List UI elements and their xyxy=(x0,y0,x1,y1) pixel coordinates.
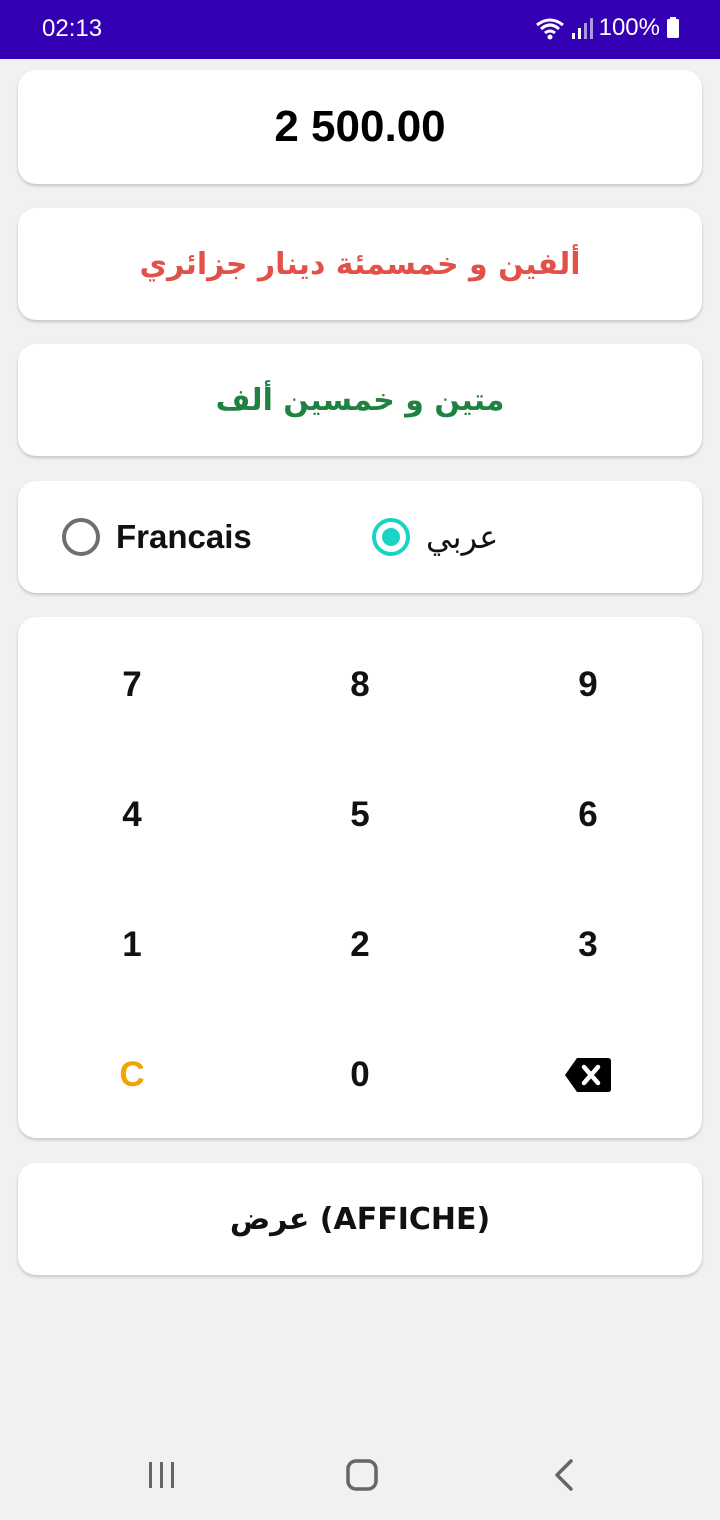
status-time: 02:13 xyxy=(42,15,103,42)
key-backspace[interactable] xyxy=(508,1020,668,1130)
words-secondary-text: متين و خمسين ألف xyxy=(215,382,505,418)
show-button[interactable]: عرض (AFFICHE) xyxy=(18,1163,702,1275)
key-2[interactable]: 2 xyxy=(280,890,440,1000)
recent-apps-button[interactable] xyxy=(122,1430,202,1520)
wifi-icon xyxy=(535,18,564,40)
battery-icon xyxy=(667,17,679,38)
key-0[interactable]: 0 xyxy=(280,1020,440,1130)
radio-label-francais: Francais xyxy=(116,518,252,555)
recent-apps-icon xyxy=(149,1462,174,1488)
status-bar: 02:13 100% xyxy=(0,0,720,59)
battery-percent: 100% xyxy=(598,14,660,41)
key-1[interactable]: 1 xyxy=(52,890,212,1000)
radio-button-arabic[interactable] xyxy=(372,518,410,556)
show-button-label: عرض (AFFICHE) xyxy=(229,1201,491,1237)
back-icon xyxy=(555,1459,573,1491)
key-5[interactable]: 5 xyxy=(280,760,440,870)
key-clear[interactable]: C xyxy=(52,1020,212,1130)
key-9[interactable]: 9 xyxy=(508,630,668,740)
key-8[interactable]: 8 xyxy=(280,630,440,740)
amount-display-card: 2 500.00 xyxy=(18,70,702,184)
words-primary-card: ألفين و خمسمئة دينار جزائري xyxy=(18,208,702,320)
radio-button-francais[interactable] xyxy=(62,518,100,556)
backspace-icon xyxy=(565,1058,611,1092)
key-6[interactable]: 6 xyxy=(508,760,668,870)
radio-option-arabic[interactable]: عربي xyxy=(372,481,498,593)
keypad: 7 8 9 4 5 6 1 2 3 C 0 xyxy=(18,617,702,1138)
home-button[interactable] xyxy=(322,1430,402,1520)
signal-icon xyxy=(571,18,593,39)
status-icons: 100% xyxy=(535,14,680,42)
radio-option-francais[interactable]: Francais xyxy=(62,481,252,593)
key-3[interactable]: 3 xyxy=(508,890,668,1000)
radio-label-arabic: عربي xyxy=(426,518,499,556)
amount-value: 2 500.00 xyxy=(274,102,446,151)
home-icon xyxy=(346,1459,378,1491)
words-primary-text: ألفين و خمسمئة دينار جزائري xyxy=(139,246,581,282)
key-4[interactable]: 4 xyxy=(52,760,212,870)
words-secondary-card: متين و خمسين ألف xyxy=(18,344,702,456)
language-selector: Francais عربي xyxy=(18,481,702,593)
navigation-bar xyxy=(0,1430,720,1520)
key-7[interactable]: 7 xyxy=(52,630,212,740)
back-button[interactable] xyxy=(524,1430,604,1520)
